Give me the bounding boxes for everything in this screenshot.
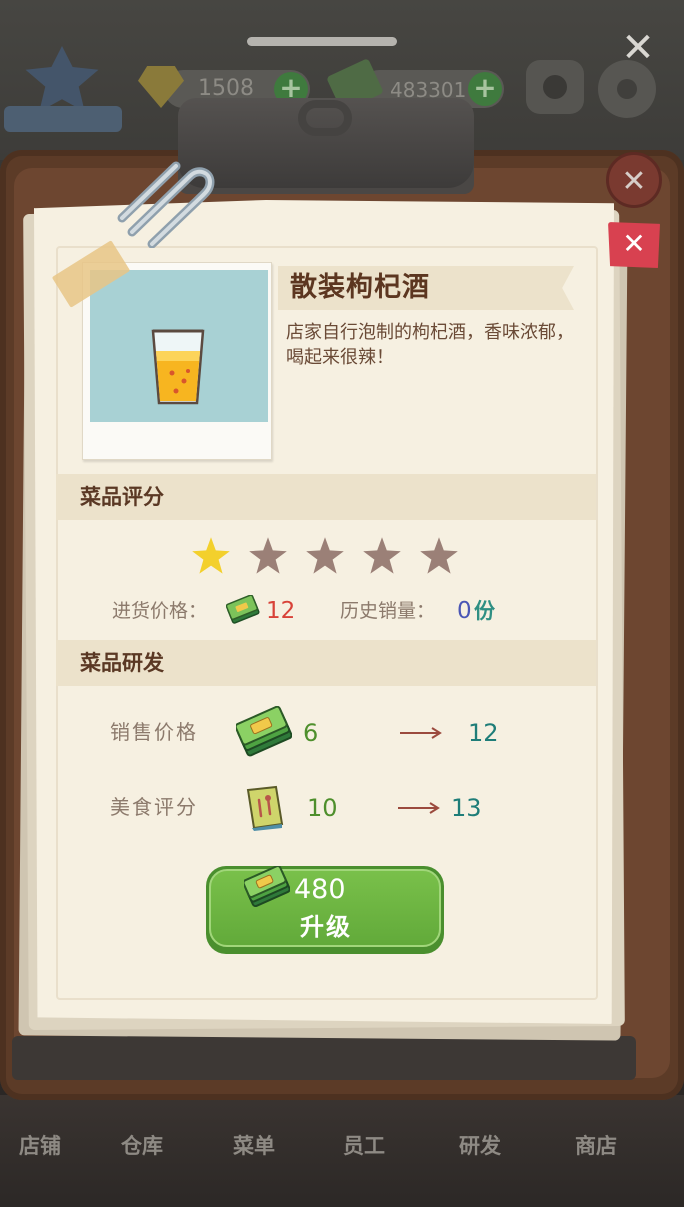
sale-price-current: 6 xyxy=(303,719,319,747)
restaurant-rank-badge[interactable] xyxy=(4,40,122,140)
clipboard-clip-ring xyxy=(298,100,352,136)
camera-icon[interactable] xyxy=(526,60,584,114)
close-icon[interactable]: ✕ xyxy=(606,152,662,208)
purchase-price-label: 进货价格： xyxy=(112,600,208,622)
food-score-next: 13 xyxy=(451,794,482,822)
rating-section-title: 菜品评分 xyxy=(80,485,164,509)
upgrade-label: 升级 xyxy=(300,913,352,941)
upgrade-cost: 480 xyxy=(294,874,346,905)
close-icon[interactable]: ✕ xyxy=(616,26,660,70)
nav-item-shop[interactable]: 商店 xyxy=(556,1112,636,1174)
close-icon[interactable]: ✕ xyxy=(608,222,660,268)
sheet-drag-handle[interactable] xyxy=(247,37,397,46)
dish-description: 店家自行泡制的枸杞酒，香味浓郁，喝起来很辣！ xyxy=(286,322,574,368)
arrow-right-icon xyxy=(398,802,440,814)
nav-item-store[interactable]: 店铺 xyxy=(0,1112,80,1174)
nav-item-research[interactable]: 研发 xyxy=(440,1112,520,1174)
nav-item-warehouse[interactable]: 仓库 xyxy=(102,1112,182,1174)
recipe-book-icon xyxy=(246,785,284,831)
arrow-right-icon xyxy=(400,727,442,739)
paperclip-icon xyxy=(117,161,215,248)
purchase-price-value: 12 xyxy=(266,598,296,624)
wine-glass-icon xyxy=(151,329,205,405)
food-score-current: 10 xyxy=(307,794,338,822)
cash-stack-icon xyxy=(236,706,292,757)
research-section-title: 菜品研发 xyxy=(80,651,164,675)
badge-ribbon xyxy=(4,106,122,132)
sales-history-unit: 份 xyxy=(474,599,495,623)
cash-icon xyxy=(226,595,260,624)
dish-title: 散装枸杞酒 xyxy=(290,272,430,303)
nav-item-menu[interactable]: 菜单 xyxy=(214,1112,294,1174)
food-score-label: 美食评分 xyxy=(110,795,198,819)
sale-price-label: 销售价格 xyxy=(110,720,198,744)
nav-item-staff[interactable]: 员工 xyxy=(324,1112,404,1174)
cash-stack-icon xyxy=(244,866,290,908)
sale-price-next: 12 xyxy=(468,719,499,747)
sales-history-value: 0 xyxy=(457,598,472,624)
sales-history-label: 历史销量： xyxy=(340,600,436,622)
add-cash-button[interactable]: + xyxy=(468,72,502,106)
clipboard-edge xyxy=(12,1036,636,1080)
